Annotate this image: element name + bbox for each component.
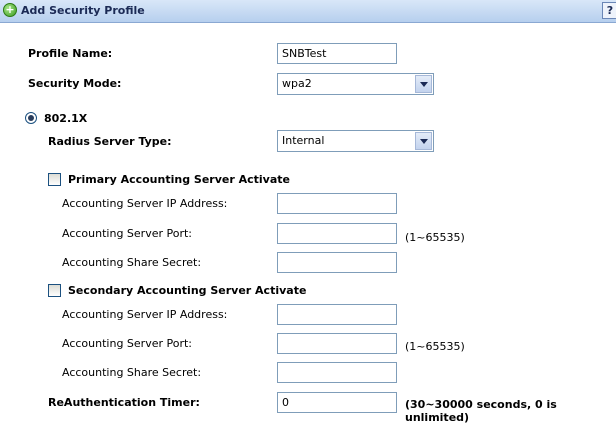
security-mode-label: Security Mode: [28, 77, 122, 90]
radius-server-type-select[interactable]: Internal [277, 130, 434, 152]
radio-selected-dot [28, 115, 34, 121]
title-bar: + Add Security Profile ? [0, 0, 616, 23]
primary-accounting-label: Primary Accounting Server Activate [68, 173, 290, 186]
primary-port-hint: (1~65535) [405, 231, 465, 244]
primary-port-input[interactable] [277, 223, 397, 244]
secondary-port-hint: (1~65535) [405, 340, 465, 353]
mode-8021x-radio[interactable] [25, 112, 37, 124]
reauth-timer-label: ReAuthentication Timer: [48, 396, 200, 409]
secondary-secret-input[interactable] [277, 362, 397, 383]
profile-name-label: Profile Name: [28, 47, 113, 60]
mode-8021x-label: 802.1X [44, 112, 88, 125]
chevron-down-icon[interactable] [415, 132, 432, 150]
primary-ip-label: Accounting Server IP Address: [62, 197, 228, 210]
security-mode-select[interactable]: wpa2 [277, 73, 434, 95]
primary-secret-label: Accounting Share Secret: [62, 256, 202, 269]
secondary-secret-label: Accounting Share Secret: [62, 366, 202, 379]
radius-server-type-label: Radius Server Type: [48, 135, 172, 148]
primary-secret-input[interactable] [277, 252, 397, 273]
reauth-timer-hint: (30~30000 seconds, 0 is unlimited) [405, 398, 557, 424]
primary-ip-input[interactable] [277, 193, 397, 214]
add-icon: + [3, 3, 17, 17]
reauth-timer-input[interactable]: 0 [277, 392, 397, 413]
secondary-accounting-checkbox[interactable] [48, 284, 61, 297]
secondary-ip-label: Accounting Server IP Address: [62, 308, 228, 321]
security-mode-value: wpa2 [282, 77, 312, 90]
help-button[interactable]: ? [602, 2, 616, 19]
primary-accounting-checkbox[interactable] [48, 173, 61, 186]
primary-port-label: Accounting Server Port: [62, 227, 193, 240]
radius-server-type-value: Internal [282, 134, 325, 147]
secondary-port-input[interactable] [277, 333, 397, 354]
secondary-port-label: Accounting Server Port: [62, 337, 193, 350]
secondary-accounting-label: Secondary Accounting Server Activate [68, 284, 307, 297]
profile-name-input[interactable]: SNBTest [277, 43, 397, 64]
page-title: Add Security Profile [21, 4, 145, 17]
secondary-ip-input[interactable] [277, 304, 397, 325]
chevron-down-icon[interactable] [415, 75, 432, 93]
